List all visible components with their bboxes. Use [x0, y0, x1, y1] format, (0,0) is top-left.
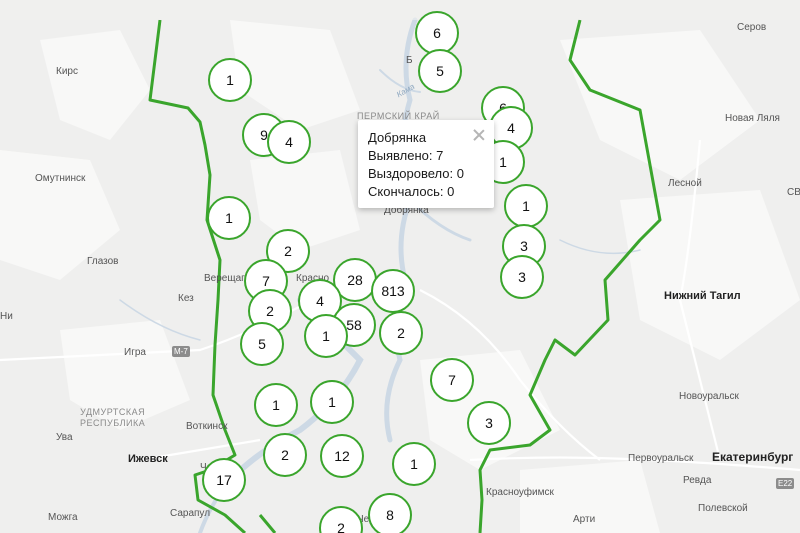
- cluster-marker[interactable]: 7: [430, 358, 474, 402]
- popup-title: Добрянка: [368, 130, 427, 145]
- road-badge: М-7: [172, 346, 190, 357]
- place-label: Игра: [124, 347, 146, 358]
- map-top-bar: [0, 0, 800, 20]
- place-label: СВ: [787, 187, 800, 198]
- place-label: Б: [406, 55, 413, 66]
- place-label: Серов: [737, 22, 767, 33]
- place-label: Ижевск: [128, 453, 168, 465]
- cluster-marker[interactable]: 17: [202, 458, 246, 502]
- cluster-marker[interactable]: 813: [371, 269, 415, 313]
- place-label: Можга: [48, 512, 78, 523]
- place-label: Сарапул: [170, 508, 211, 519]
- cluster-marker[interactable]: 8: [368, 493, 412, 533]
- place-label: Красноуфимск: [486, 487, 554, 498]
- place-label: Лесной: [668, 178, 702, 189]
- cluster-marker[interactable]: 1: [254, 383, 298, 427]
- place-label: Екатеринбург: [712, 450, 794, 464]
- place-label: Кирс: [56, 66, 78, 77]
- close-icon[interactable]: [472, 128, 486, 142]
- place-label: Глазов: [87, 256, 119, 267]
- road-badge: E22: [776, 478, 795, 489]
- popup-died: Скончалось: 0: [368, 184, 455, 199]
- cluster-marker[interactable]: 1: [208, 58, 252, 102]
- cluster-marker[interactable]: 1: [504, 184, 548, 228]
- cluster-marker[interactable]: 3: [500, 255, 544, 299]
- place-label: Новая Ляля: [725, 113, 780, 124]
- place-label: Полевской: [698, 503, 748, 514]
- place-label: Омутнинск: [35, 173, 86, 184]
- cluster-marker[interactable]: 4: [267, 120, 311, 164]
- place-label: Нижний Тагил: [664, 290, 741, 302]
- info-popup: Добрянка Выявлено: 7 Выздоровело: 0 Скон…: [358, 120, 494, 208]
- place-label: Ни: [0, 311, 13, 322]
- place-label: Ревда: [683, 475, 712, 486]
- place-label: Арти: [573, 514, 596, 525]
- cluster-marker[interactable]: 5: [418, 49, 462, 93]
- cluster-marker[interactable]: 2: [263, 433, 307, 477]
- place-label: Первоуральск: [628, 453, 694, 464]
- place-label: Ува: [56, 432, 73, 443]
- region-label: УДМУРТСКАЯ РЕСПУБЛИКА: [80, 407, 146, 428]
- map[interactable]: Кирс Омутнинск Глазов Кез Игра Воткинск …: [0, 0, 800, 533]
- cluster-marker[interactable]: 2: [379, 311, 423, 355]
- cluster-marker[interactable]: 3: [467, 401, 511, 445]
- cluster-marker[interactable]: 1: [392, 442, 436, 486]
- cluster-marker[interactable]: 1: [310, 380, 354, 424]
- place-label: Новоуральск: [679, 391, 739, 402]
- cluster-marker[interactable]: 5: [240, 322, 284, 366]
- cluster-marker[interactable]: 1: [304, 314, 348, 358]
- place-label: Воткинск: [186, 421, 228, 432]
- popup-recovered: Выздоровело: 0: [368, 166, 464, 181]
- place-label: Кез: [178, 293, 194, 304]
- cluster-marker[interactable]: 1: [207, 196, 251, 240]
- popup-detected: Выявлено: 7: [368, 148, 444, 163]
- cluster-marker[interactable]: 12: [320, 434, 364, 478]
